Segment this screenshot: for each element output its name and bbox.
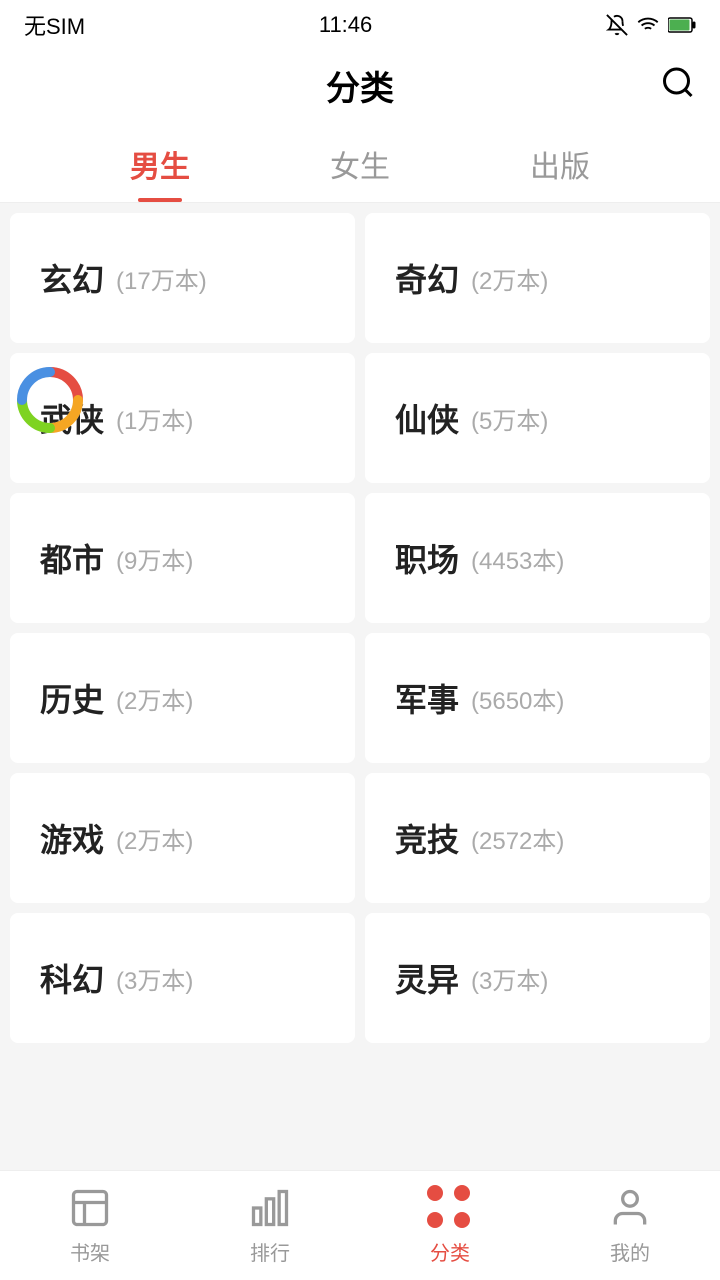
- category-name: 科幻: [40, 955, 104, 1001]
- nav-label-bookshelf: 书架: [70, 1237, 110, 1266]
- nav-label-category: 分类: [430, 1237, 470, 1266]
- tab-publish[interactable]: 出版: [460, 120, 660, 202]
- category-count: (2万本): [116, 681, 193, 716]
- category-count: (3万本): [471, 961, 548, 996]
- battery-icon: [668, 16, 696, 34]
- search-icon: [660, 65, 696, 101]
- category-cell-3[interactable]: 仙侠 (5万本): [365, 353, 710, 483]
- category-count: (2万本): [471, 261, 548, 296]
- category-cell-1[interactable]: 奇幻 (2万本): [365, 213, 710, 343]
- category-name: 奇幻: [395, 255, 459, 301]
- mine-icon: [607, 1185, 653, 1231]
- ranking-icon: [247, 1185, 293, 1231]
- bottom-nav: 书架 排行 分类: [0, 1170, 720, 1280]
- category-name: 竞技: [395, 815, 459, 861]
- status-bar: 无SIM 11:46: [0, 0, 720, 50]
- category-tabs: 男生 女生 出版: [0, 120, 720, 203]
- category-count: (17万本): [116, 261, 207, 296]
- loading-indicator: [0, 350, 100, 450]
- category-name: 游戏: [40, 815, 104, 861]
- category-cell-8[interactable]: 游戏 (2万本): [10, 773, 355, 903]
- category-name: 都市: [40, 535, 104, 581]
- tab-male[interactable]: 男生: [60, 120, 260, 202]
- search-button[interactable]: [660, 65, 696, 106]
- status-icons: [606, 14, 696, 36]
- category-cell-9[interactable]: 竞技 (2572本): [365, 773, 710, 903]
- tab-female[interactable]: 女生: [260, 120, 460, 202]
- category-cell-7[interactable]: 军事 (5650本): [365, 633, 710, 763]
- category-name: 灵异: [395, 955, 459, 1001]
- carrier-label: 无SIM: [24, 9, 85, 41]
- category-count: (2572本): [471, 821, 564, 856]
- category-name: 玄幻: [40, 255, 104, 301]
- category-count: (9万本): [116, 541, 193, 576]
- category-count: (3万本): [116, 961, 193, 996]
- category-cell-11[interactable]: 灵异 (3万本): [365, 913, 710, 1043]
- category-count: (4453本): [471, 541, 564, 576]
- category-cell-10[interactable]: 科幻 (3万本): [10, 913, 355, 1043]
- category-name: 历史: [40, 675, 104, 721]
- category-name: 职场: [395, 535, 459, 581]
- category-name: 仙侠: [395, 395, 459, 441]
- category-cell-4[interactable]: 都市 (9万本): [10, 493, 355, 623]
- nav-item-ranking[interactable]: 排行: [180, 1171, 360, 1280]
- nav-label-ranking: 排行: [250, 1237, 290, 1266]
- category-count: (5650本): [471, 681, 564, 716]
- category-icon: [427, 1185, 473, 1231]
- category-count: (2万本): [116, 821, 193, 856]
- content-area: 玄幻 (17万本) 奇幻 (2万本) 武侠 (1万本) 仙侠 (5万本) 都市 …: [0, 203, 720, 1163]
- time-label: 11:46: [319, 12, 372, 38]
- nav-item-category[interactable]: 分类: [360, 1171, 540, 1280]
- page-title: 分类: [326, 61, 394, 110]
- category-cell-6[interactable]: 历史 (2万本): [10, 633, 355, 763]
- nav-label-mine: 我的: [610, 1237, 650, 1266]
- category-grid: 玄幻 (17万本) 奇幻 (2万本) 武侠 (1万本) 仙侠 (5万本) 都市 …: [0, 203, 720, 1053]
- bell-mute-icon: [606, 14, 628, 36]
- category-count: (5万本): [471, 401, 548, 436]
- category-cell-0[interactable]: 玄幻 (17万本): [10, 213, 355, 343]
- category-count: (1万本): [116, 401, 193, 436]
- bookshelf-icon: [67, 1185, 113, 1231]
- category-name: 军事: [395, 675, 459, 721]
- category-cell-5[interactable]: 职场 (4453本): [365, 493, 710, 623]
- nav-item-bookshelf[interactable]: 书架: [0, 1171, 180, 1280]
- header: 分类: [0, 50, 720, 120]
- nav-item-mine[interactable]: 我的: [540, 1171, 720, 1280]
- wifi-icon: [636, 14, 660, 36]
